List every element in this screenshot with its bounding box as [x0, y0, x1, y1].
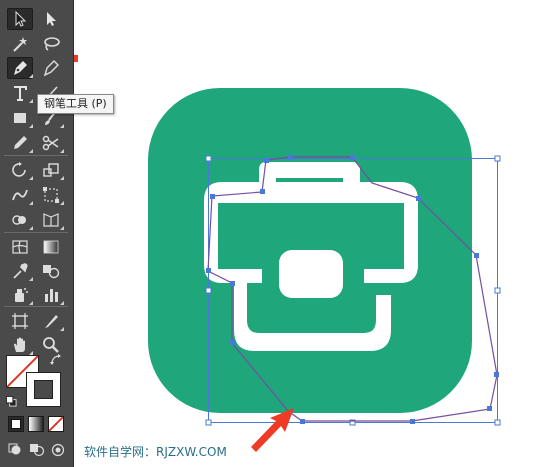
type-t-icon: [14, 86, 27, 101]
hand-tool[interactable]: [7, 334, 33, 356]
anchor-pointer-arrow: [251, 408, 294, 452]
perspective-grid-icon: [43, 213, 59, 227]
lasso-icon: [44, 37, 60, 51]
swap-colors-icon[interactable]: [50, 354, 62, 366]
pen-tool[interactable]: [7, 57, 33, 79]
draw-normal-mode[interactable]: [6, 441, 26, 459]
tools-panel: [0, 0, 74, 467]
symbol-sprayer-tool[interactable]: [7, 284, 33, 306]
watermark-text: 软件自学网：RJZXW.COM: [84, 445, 227, 459]
warp-tool[interactable]: [7, 184, 33, 206]
scale-tool[interactable]: [38, 159, 64, 181]
slice-knife-icon: [45, 315, 58, 328]
hand-icon: [14, 337, 25, 352]
column-graph-tool[interactable]: [38, 284, 64, 306]
column-graph-icon: [45, 289, 58, 302]
selection-tool[interactable]: [7, 8, 33, 30]
mesh-icon: [12, 240, 28, 254]
artwork: [74, 55, 501, 452]
curvature-tool[interactable]: [38, 57, 64, 79]
rectangle-icon: [14, 113, 26, 123]
pen-nib-icon: [14, 61, 27, 75]
scissors-tool[interactable]: [38, 132, 64, 154]
artboard-canvas[interactable]: [74, 0, 538, 467]
artboard-tool[interactable]: [7, 310, 33, 332]
none-mode-button[interactable]: [48, 416, 64, 432]
rectangle-tool[interactable]: [7, 107, 33, 129]
pencil-icon: [14, 136, 27, 149]
rotate-tool[interactable]: [7, 159, 33, 181]
free-transform-tool[interactable]: [38, 184, 64, 206]
gradient-tool[interactable]: [38, 236, 64, 258]
gradient-mode-button[interactable]: [28, 416, 44, 432]
blend-icon: [43, 265, 60, 279]
none-mode-slash-icon: [49, 417, 63, 431]
magic-wand-tool[interactable]: [7, 33, 33, 55]
eyedropper-icon: [13, 263, 28, 279]
slice-tool[interactable]: [38, 310, 64, 332]
direct-selection-tool[interactable]: [38, 8, 64, 30]
warp-icon: [12, 189, 28, 201]
free-transform-icon: [43, 187, 59, 203]
direct-selection-arrow-icon: [47, 12, 56, 26]
type-tool[interactable]: [7, 82, 33, 104]
selection-arrow-icon: [15, 10, 27, 27]
draw-behind-mode[interactable]: [27, 441, 47, 459]
draw-inside-mode[interactable]: [48, 441, 68, 459]
pencil-tool[interactable]: [7, 132, 33, 154]
blend-tool[interactable]: [38, 260, 64, 282]
stroke-swatch-inner: [34, 380, 53, 399]
pen-tool-pointer-arrow: [74, 55, 78, 62]
artboard-icon: [12, 313, 28, 329]
draw-behind-icon: [30, 444, 45, 457]
draw-normal-icon: [8, 443, 21, 455]
lasso-tool[interactable]: [38, 33, 64, 55]
shape-builder-icon: [12, 215, 26, 225]
mesh-tool[interactable]: [7, 236, 33, 258]
symbol-sprayer-icon: [15, 288, 28, 302]
stroke-swatch[interactable]: [26, 372, 61, 407]
gradient-icon: [43, 240, 59, 254]
draw-inside-icon: [51, 443, 65, 457]
rotate-icon: [12, 162, 26, 177]
default-colors-icon[interactable]: [6, 396, 17, 407]
scale-icon: [43, 163, 59, 177]
color-mode-button[interactable]: [8, 416, 24, 432]
magic-wand-icon: [13, 37, 27, 52]
curvature-pen-icon: [43, 60, 59, 77]
zoom-tool[interactable]: [38, 334, 64, 356]
eyedropper-tool[interactable]: [7, 260, 33, 282]
scissors-icon: [42, 135, 59, 151]
color-mode-swatch: [11, 419, 21, 429]
magnifier-icon: [43, 337, 59, 353]
shape-builder-tool[interactable]: [7, 209, 33, 231]
perspective-grid-tool[interactable]: [38, 209, 64, 231]
